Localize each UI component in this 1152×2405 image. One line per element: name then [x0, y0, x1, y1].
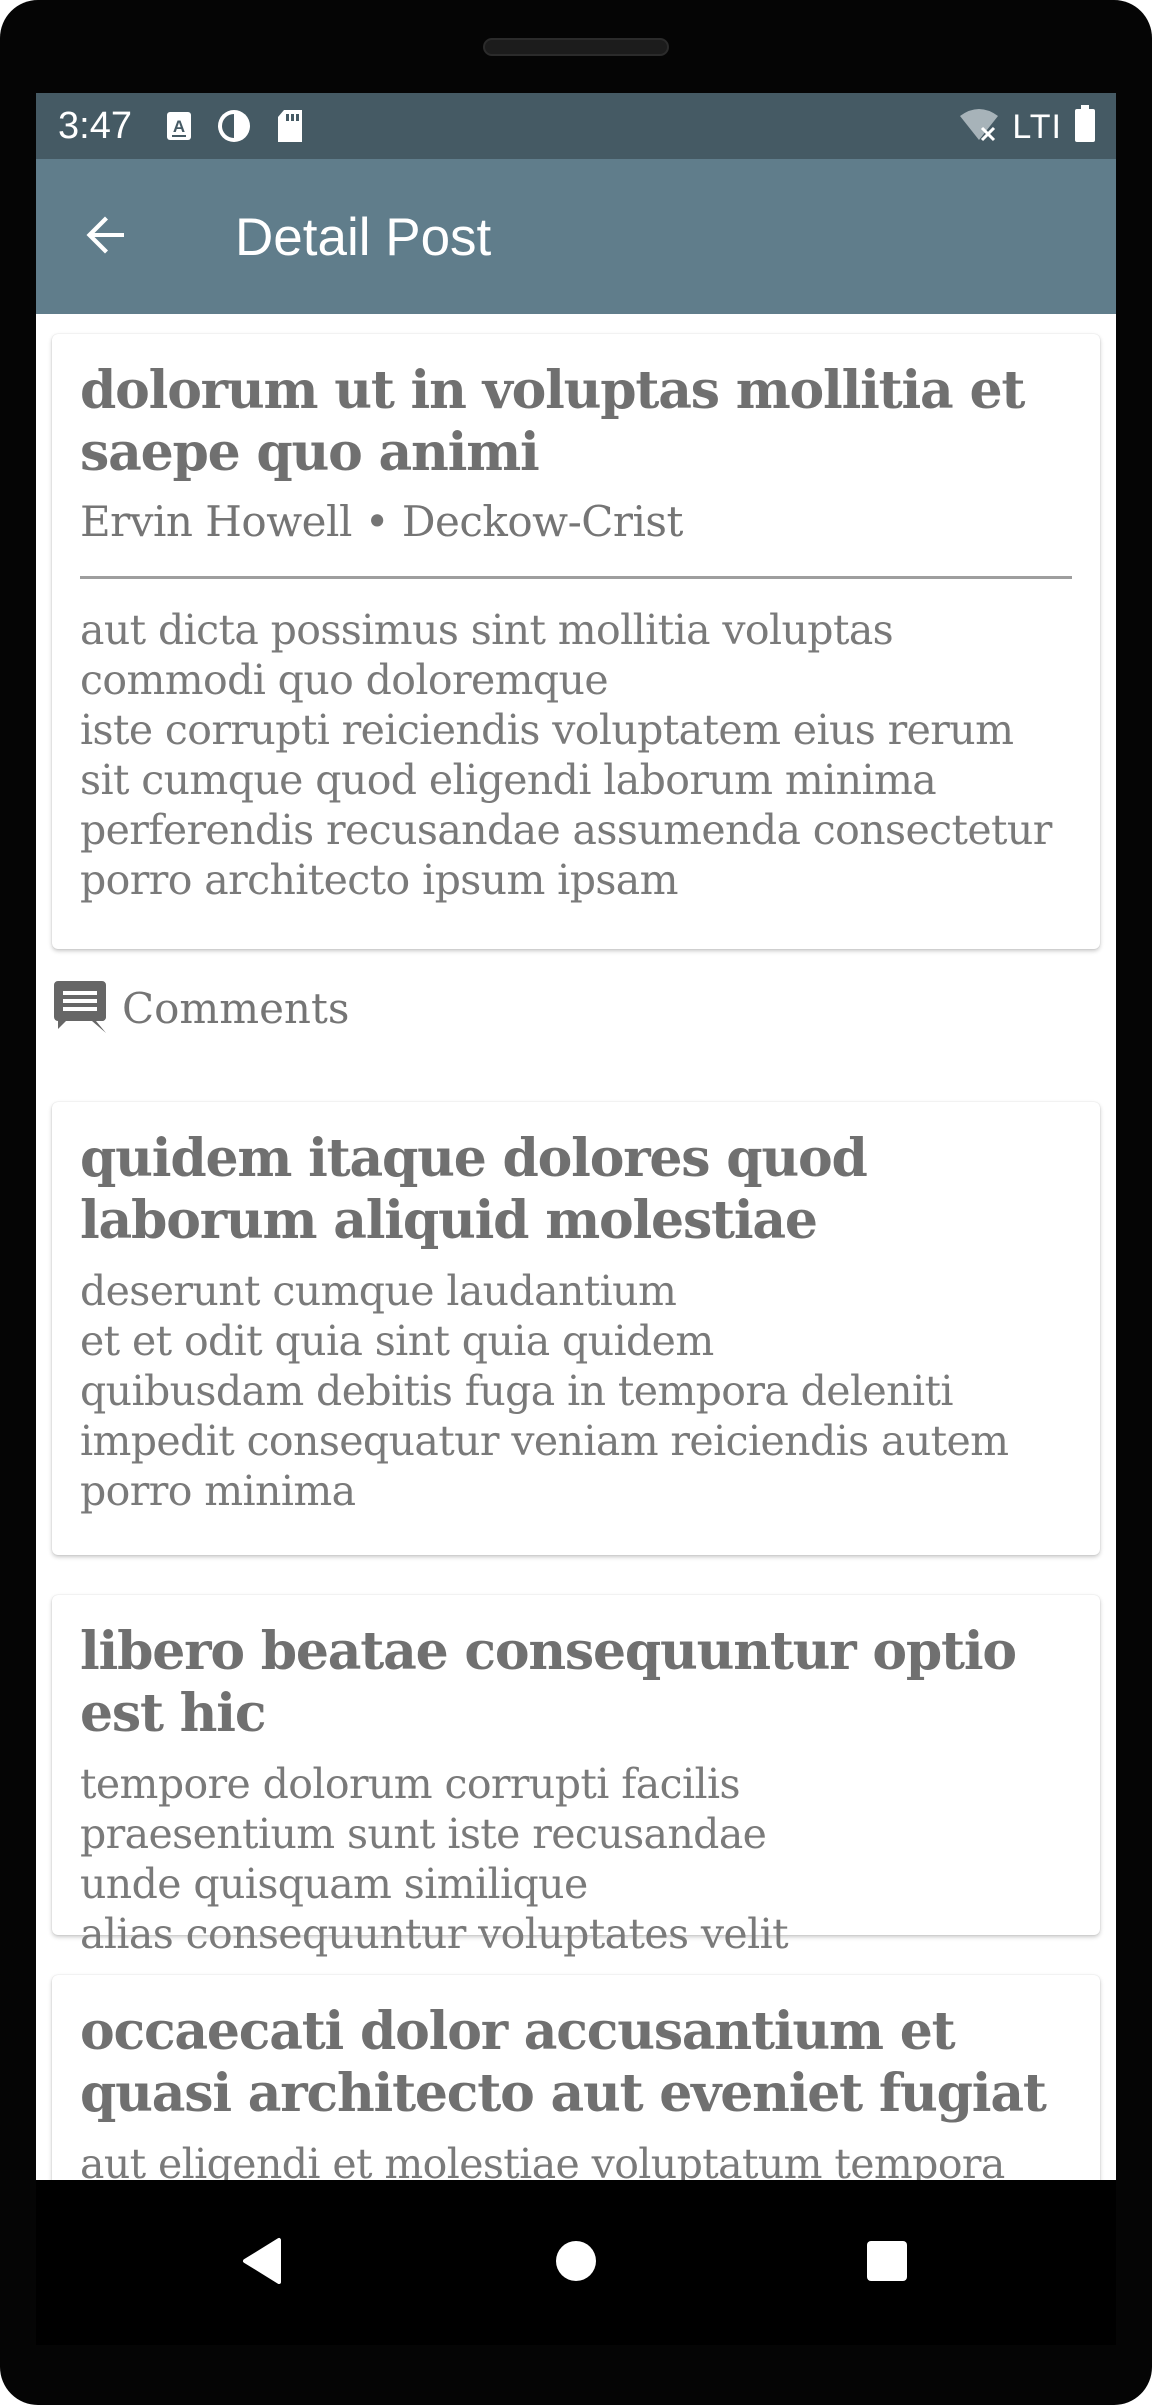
- comment-title: occaecati dolor accusantium et quasi arc…: [80, 2001, 1047, 2124]
- comment-icon: [52, 979, 108, 1039]
- back-triangle-icon: [239, 2236, 283, 2290]
- post-title: dolorum ut in voluptas mollitia et saepe…: [80, 360, 1025, 483]
- network-label: LTI: [1012, 107, 1062, 146]
- post-body: aut dicta possimus sint mollitia volupta…: [80, 606, 1052, 904]
- nav-recents-button[interactable]: [852, 2228, 922, 2298]
- wifi-off-icon: [958, 106, 1000, 147]
- status-bar: 3:47 A LTI: [36, 93, 1116, 159]
- comment-title: libero beatae consequuntur optio est hic: [80, 1621, 1017, 1744]
- status-icons-left: A: [166, 108, 304, 149]
- comment-card: occaecati dolor accusantium et quasi arc…: [52, 1975, 1100, 2180]
- detail-content[interactable]: dolorum ut in voluptas mollitia et saepe…: [36, 314, 1116, 2180]
- comment-body: aut eligendi et molestiae voluptatum tem…: [80, 2140, 1005, 2180]
- recents-square-icon: [866, 2240, 908, 2286]
- post-card: dolorum ut in voluptas mollitia et saepe…: [52, 334, 1100, 949]
- nav-home-button[interactable]: [541, 2228, 611, 2298]
- navigation-bar: [36, 2180, 1116, 2345]
- status-icons-right: LTI: [958, 105, 1096, 148]
- divider: [80, 576, 1072, 579]
- battery-icon: [1074, 105, 1096, 148]
- post-author-meta: Ervin Howell • Deckow-Crist: [80, 497, 683, 546]
- dnd-icon: [216, 108, 252, 149]
- status-time: 3:47: [58, 105, 132, 147]
- comments-label: Comments: [122, 984, 350, 1033]
- comment-title: quidem itaque dolores quod laborum aliqu…: [80, 1128, 868, 1251]
- svg-text:A: A: [173, 117, 185, 136]
- comment-card: libero beatae consequuntur optio est hic…: [52, 1595, 1100, 1958]
- home-circle-icon: [554, 2239, 598, 2287]
- page-title: Detail Post: [235, 208, 492, 267]
- nav-back-button[interactable]: [226, 2228, 296, 2298]
- comment-body: deserunt cumque laudantium et et odit qu…: [80, 1267, 1009, 1515]
- back-button[interactable]: [76, 207, 136, 267]
- a-icon: A: [166, 110, 192, 147]
- earpiece-speaker: [483, 38, 669, 56]
- phone-frame: 3:47 A LTI Detail Post dolorum ut in vol…: [0, 0, 1152, 2405]
- sd-card-icon: [276, 109, 304, 148]
- arrow-back-icon: [82, 211, 130, 263]
- comments-header: Comments: [52, 979, 349, 1039]
- comment-body: tempore dolorum corrupti facilis praesen…: [80, 1760, 789, 1958]
- screen: 3:47 A LTI Detail Post dolorum ut in vol…: [36, 93, 1116, 2180]
- app-bar: Detail Post: [36, 159, 1116, 314]
- comment-card: quidem itaque dolores quod laborum aliqu…: [52, 1102, 1100, 1555]
